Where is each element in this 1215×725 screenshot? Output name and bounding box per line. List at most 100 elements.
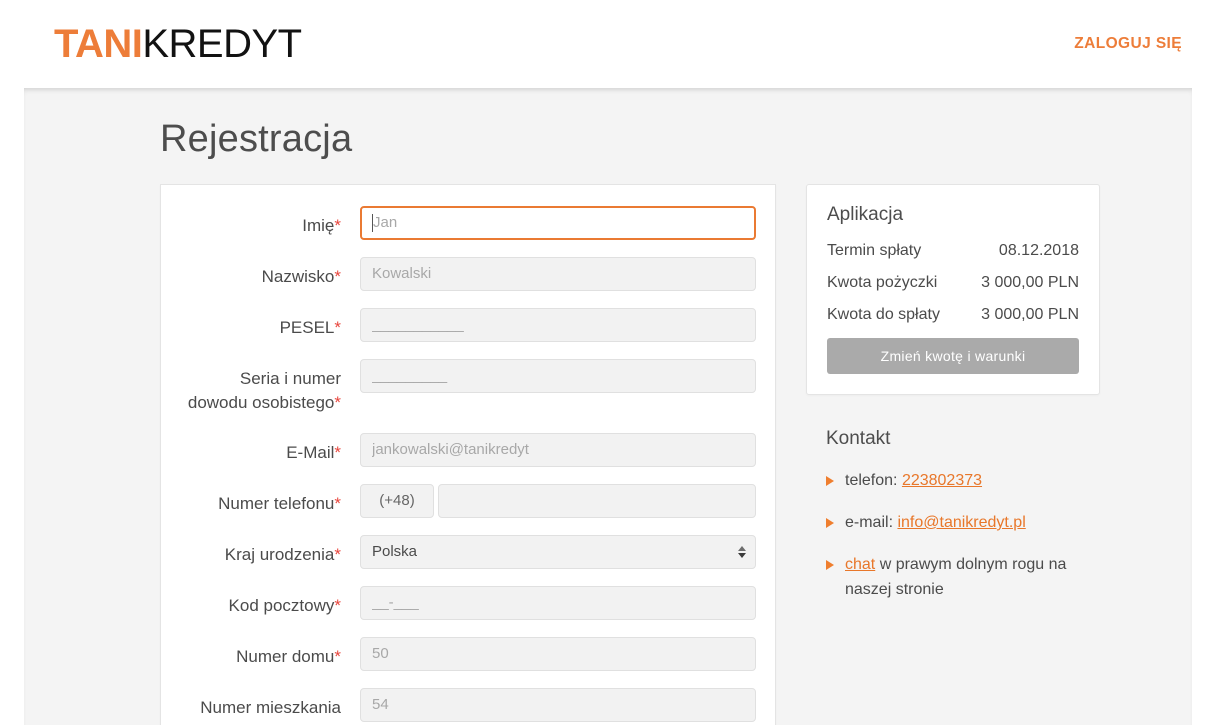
required-asterisk: * [334,317,341,337]
field-id-number [360,358,756,393]
content-columns: Imię* Nazwisko* PESEL* [24,163,1192,725]
form-row-first-name: Imię* [180,205,756,240]
site-logo[interactable]: TANIKREDYT [54,24,302,64]
label-text: Kraj urodzenia [224,544,335,564]
summary-row-loan-amount: Kwota pożyczki 3 000,00 PLN [827,274,1079,292]
label-text: Seria i numer dowodu osobistego [187,368,341,413]
field-postal-code [360,585,756,620]
summary-row-repayment-amount: Kwota do spłaty 3 000,00 PLN [827,306,1079,324]
label-id-number: Seria i numer dowodu osobistego* [180,359,360,416]
field-pesel [360,307,756,342]
summary-value: 3 000,00 PLN [981,274,1079,292]
application-summary-panel: Aplikacja Termin spłaty 08.12.2018 Kwota… [806,183,1100,396]
field-email [360,432,756,467]
login-link[interactable]: ZALOGUJ SIĘ [1074,35,1182,53]
triangle-bullet-icon [826,559,834,570]
required-asterisk: * [334,266,341,286]
required-asterisk: * [334,544,341,564]
form-row-email: E-Mail* [180,432,756,467]
form-row-postal-code: Kod pocztowy* [180,585,756,620]
pesel-input[interactable] [360,307,756,342]
summary-label: Termin spłaty [827,242,922,260]
form-row-pesel: PESEL* [180,307,756,342]
field-first-name [360,205,756,240]
label-last-name: Nazwisko* [180,257,360,290]
phone-input[interactable] [438,483,756,518]
field-phone: (+48) [360,483,756,518]
contact-item-phone: telefon: 223802373 [826,469,1100,494]
content-container: Rejestracja Imię* Nazwisko* [24,88,1192,725]
contact-item-email: e-mail: info@tanikredyt.pl [826,511,1100,536]
registration-form-panel: Imię* Nazwisko* PESEL* [160,183,776,725]
id-number-input[interactable] [360,358,756,393]
field-house-number [360,636,756,671]
contact-prefix: e-mail: [845,513,898,531]
required-asterisk: * [334,493,341,513]
summary-label: Kwota pożyczki [827,274,938,292]
label-text: PESEL [279,317,335,337]
label-text: Nazwisko [261,266,335,286]
summary-value: 08.12.2018 [998,242,1079,260]
postal-code-input[interactable] [360,585,756,620]
label-apartment-number: Numer mieszkania [180,688,360,721]
application-panel-title: Aplikacja [827,203,904,225]
summary-row-due-date: Termin spłaty 08.12.2018 [827,242,1079,260]
sidebar-column: Aplikacja Termin spłaty 08.12.2018 Kwota… [806,183,1100,620]
required-asterisk: * [334,646,341,666]
field-apartment-number [360,687,756,722]
phone-input-group: (+48) [360,483,756,518]
triangle-bullet-icon [826,476,834,487]
logo-text-primary: TANI [54,22,143,66]
text-caret [372,213,373,232]
label-text: Numer domu [236,646,335,666]
country-select-wrap[interactable]: Polska [360,534,756,569]
form-row-apartment-number: Numer mieszkania [180,687,756,722]
required-asterisk: * [334,442,341,462]
form-row-house-number: Numer domu* [180,636,756,671]
apartment-number-input[interactable] [360,687,756,722]
label-text: E-Mail [286,442,335,462]
label-pesel: PESEL* [180,308,360,341]
form-row-phone: Numer telefonu* (+48) [180,483,756,518]
phone-prefix-addon: (+48) [360,483,434,518]
contact-suffix: w prawym dolnym rogu na naszej stronie [845,555,1067,598]
label-text: Numer mieszkania [200,697,341,717]
contact-block: Kontakt telefon: 223802373 e-mail: info@… [806,428,1100,602]
contact-title: Kontakt [826,428,891,450]
label-phone: Numer telefonu* [180,484,360,517]
label-text: Numer telefonu [218,493,335,513]
label-text: Kod pocztowy [228,595,335,615]
label-country: Kraj urodzenia* [180,535,360,568]
label-text: Imię [302,215,335,235]
contact-item-chat: chat w prawym dolnym rogu na naszej stro… [826,553,1100,603]
label-email: E-Mail* [180,433,360,466]
required-asterisk: * [334,393,341,413]
contact-prefix: telefon: [845,472,902,490]
label-postal-code: Kod pocztowy* [180,586,360,619]
summary-label: Kwota do spłaty [827,306,940,324]
contact-chat-link[interactable]: chat [845,556,875,573]
contact-email-link[interactable]: info@tanikredyt.pl [897,514,1025,531]
required-asterisk: * [334,595,341,615]
field-last-name [360,256,756,291]
first-name-input[interactable] [360,205,756,240]
required-asterisk: * [334,215,341,235]
field-country: Polska [360,534,756,569]
form-row-country: Kraj urodzenia* Polska [180,534,756,569]
form-row-last-name: Nazwisko* [180,256,756,291]
form-row-id-number: Seria i numer dowodu osobistego* [180,358,756,416]
page-root: TANIKREDYT ZALOGUJ SIĘ Rejestracja Imię* [0,0,1215,725]
last-name-input[interactable] [360,256,756,291]
logo-text-secondary: KREDYT [142,22,302,66]
page-title: Rejestracja [160,118,353,160]
contact-phone-link[interactable]: 223802373 [902,472,982,489]
first-name-focus-wrap [360,205,756,240]
change-amount-and-terms-button[interactable]: Zmień kwotę i warunki [827,338,1079,375]
house-number-input[interactable] [360,636,756,671]
country-select[interactable]: Polska [360,534,756,569]
triangle-bullet-icon [826,517,834,528]
site-header: TANIKREDYT ZALOGUJ SIĘ [0,0,1215,88]
label-house-number: Numer domu* [180,637,360,670]
label-first-name: Imię* [180,206,360,239]
email-input[interactable] [360,432,756,467]
